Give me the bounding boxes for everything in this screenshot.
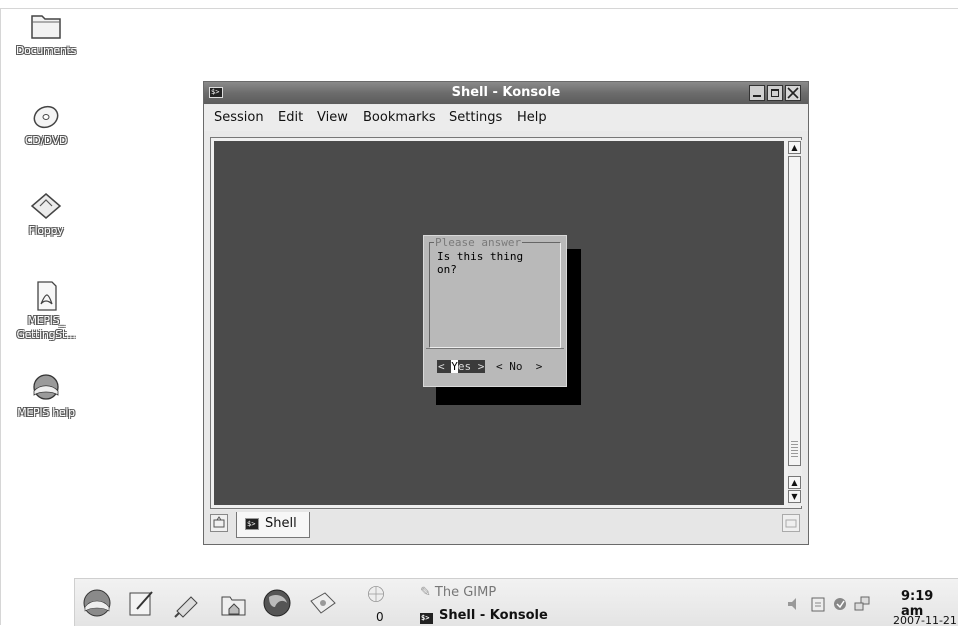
terminal-launcher-icon[interactable] [171, 587, 203, 619]
close-session-button[interactable] [782, 514, 800, 532]
scroll-up-icon[interactable]: ▲ [788, 141, 801, 154]
desktop-icon-label: MEPIS help [17, 406, 75, 419]
terminal-icon: $> [420, 613, 433, 624]
maximize-button[interactable] [767, 85, 783, 101]
folder-icon [26, 8, 66, 44]
menu-edit[interactable]: Edit [278, 110, 303, 125]
desktop: Documents CD/DVD Floppy MEPIS_ GettingSt… [0, 0, 958, 627]
close-button[interactable] [785, 85, 801, 101]
close-session-icon [785, 519, 797, 528]
task-label: The GIMP [434, 585, 497, 600]
scrollbar-track[interactable] [788, 156, 801, 466]
menu-session[interactable]: Session [214, 110, 264, 125]
task-label: Shell - Konsole [439, 608, 548, 623]
pdf-document-icon [26, 278, 66, 314]
terminal-icon: $> [245, 518, 259, 530]
terminal-frame: Please answer Is this thing on? < Yes > … [210, 137, 802, 509]
menu-view[interactable]: View [317, 110, 348, 125]
window-titlebar[interactable]: $> Shell - Konsole [204, 82, 808, 104]
desktop-icon-label: Documents [15, 44, 77, 57]
desktop-icon-label: MEPIS_ [27, 314, 65, 327]
yes-button[interactable]: < Yes > [437, 360, 486, 373]
no-button[interactable]: < No > [496, 360, 542, 373]
tab-shell[interactable]: $> Shell [236, 512, 310, 538]
text-cursor: Y [451, 360, 458, 373]
tab-label: Shell [265, 516, 297, 531]
task-the-gimp[interactable]: ✎ The GIMP [420, 585, 496, 600]
package-manager-icon[interactable] [307, 587, 339, 619]
desktop-pager-icon[interactable] [365, 583, 387, 605]
menu-bar: Session Edit View Bookmarks Settings Hel… [204, 105, 808, 131]
floppy-icon [26, 188, 66, 224]
minimize-button[interactable] [749, 85, 765, 101]
update-notifier-tray-icon[interactable] [831, 595, 849, 613]
gimp-icon: ✎ [420, 585, 431, 600]
scrollbar-thumb-grip[interactable] [791, 441, 798, 459]
tab-bar: $> Shell [204, 510, 808, 544]
scroll-down-icon[interactable]: ▼ [788, 490, 801, 503]
desktop-number[interactable]: 0 [376, 610, 384, 624]
taskbar: 0 ✎ The GIMP $> Shell - Konsole 9:19 am 20… [74, 578, 958, 627]
network-tray-icon[interactable] [853, 595, 871, 613]
new-session-button[interactable] [210, 514, 228, 532]
terminal-area[interactable]: Please answer Is this thing on? < Yes > … [214, 141, 784, 505]
menu-settings[interactable]: Settings [449, 110, 502, 125]
clipboard-tray-icon[interactable] [809, 595, 827, 613]
konsole-window: $> Shell - Konsole Session Edit View Boo… [203, 81, 809, 545]
vertical-scrollbar[interactable]: ▲ ▲ ▼ [788, 140, 802, 506]
help-globe-icon [26, 370, 66, 406]
desktop-icon-mepis-help[interactable]: MEPIS help [0, 370, 92, 420]
yes-button-bracket: < [438, 360, 452, 373]
desktop-icon-cd-dvd[interactable]: CD/DVD [0, 98, 92, 148]
desktop-top-border [0, 8, 958, 9]
desktop-icon-label: GettingSt... [16, 328, 76, 341]
desktop-icon-label: Floppy [28, 224, 64, 237]
desktop-icon-documents[interactable]: Documents [0, 8, 92, 58]
cd-icon [26, 98, 66, 134]
text-editor-icon[interactable] [125, 587, 157, 619]
dialog-message-line: Is this thing [437, 250, 524, 263]
clock-date[interactable]: 2007-11-21 [893, 614, 957, 627]
yes-button-label: es > [457, 360, 485, 373]
yesno-dialog: Please answer Is this thing on? < Yes > … [423, 235, 567, 387]
new-session-icon [213, 516, 225, 528]
menu-help[interactable]: Help [517, 110, 547, 125]
dialog-separator [426, 348, 564, 349]
kmenu-icon[interactable] [81, 587, 113, 619]
close-icon [787, 87, 799, 99]
task-shell-konsole[interactable]: $> Shell - Konsole [420, 608, 548, 624]
dialog-title: Please answer [434, 236, 523, 249]
desktop-icon-label: CD/DVD [24, 134, 68, 147]
dialog-message: Is this thing on? [437, 250, 557, 276]
menu-bookmarks[interactable]: Bookmarks [363, 110, 436, 125]
volume-tray-icon[interactable] [785, 595, 803, 613]
window-title: Shell - Konsole [451, 85, 561, 100]
desktop-icon-mepis-gettingstarted[interactable]: MEPIS_ GettingSt... [0, 278, 92, 342]
desktop-icon-floppy[interactable]: Floppy [0, 188, 92, 238]
firefox-icon[interactable] [261, 587, 293, 619]
dialog-message-line: on? [437, 263, 457, 276]
scroll-up-icon[interactable]: ▲ [788, 476, 801, 489]
home-folder-icon[interactable] [217, 587, 249, 619]
